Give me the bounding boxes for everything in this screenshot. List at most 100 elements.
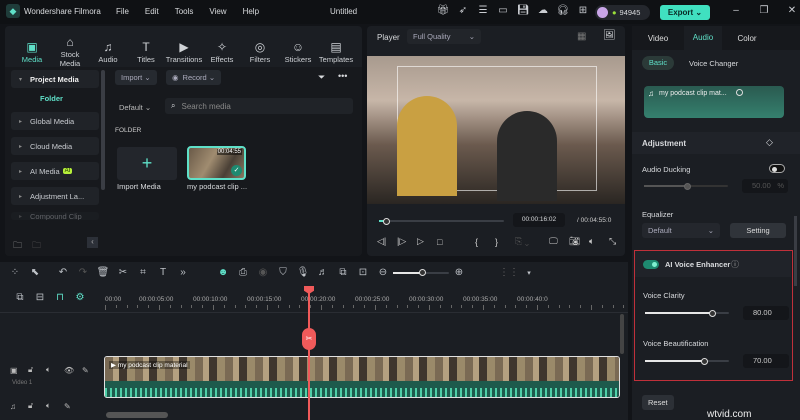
menu-view[interactable]: View — [209, 7, 226, 16]
replace-icon[interactable]: ⧉ — [333, 267, 353, 278]
fullscreen-icon[interactable]: ⤡ — [609, 236, 623, 247]
sidebar-item-folder[interactable]: Folder — [40, 94, 105, 103]
new-folder-icon[interactable]: 🗀︎ — [13, 238, 22, 254]
search-input[interactable]: ⌕ Search media — [165, 98, 353, 114]
tool-effects[interactable]: ✧ Effects — [203, 40, 241, 64]
subtab-basic[interactable]: Basic — [642, 56, 674, 70]
tool-filters[interactable]: ◎ Filters — [241, 40, 279, 64]
playback-progress[interactable] — [379, 217, 504, 225]
timeline-horizontal-scrollbar[interactable] — [106, 412, 168, 418]
audio-mute-icon[interactable]: 🔈︎ — [46, 401, 64, 411]
tool-audio[interactable]: ♫ Audio — [89, 40, 127, 64]
chevron-down-icon[interactable]: ▾ — [519, 269, 539, 277]
video-clip[interactable]: ▶ my podcast clip material — [104, 356, 620, 398]
tab-video[interactable]: Video — [632, 34, 684, 43]
zoom-in-icon[interactable]: ⊕ — [449, 267, 469, 278]
sidebar-item-ai-media[interactable]: ▸ AI Media AI — [11, 162, 99, 180]
link-icon[interactable]: ⊟ — [30, 292, 50, 303]
ai-voice-enhancer-toggle[interactable] — [643, 260, 659, 269]
help-icon[interactable]: ⓘ — [731, 259, 739, 270]
split-scissors-icon[interactable]: ✂ — [302, 328, 316, 350]
menu-edit[interactable]: Edit — [145, 7, 159, 16]
ai-track-icon[interactable]: ⚙ — [70, 292, 90, 303]
audio-effects-icon[interactable]: ✎ — [64, 402, 82, 411]
add-track-icon[interactable]: ⧉ — [10, 292, 30, 303]
fit-icon[interactable]: ⊡ — [353, 267, 373, 278]
sidebar-item-compound-clip[interactable]: ▸ Compound Clip — [11, 212, 99, 220]
import-button[interactable]: Import ⌄ — [115, 70, 157, 85]
next-frame-icon[interactable]: |▷ — [397, 236, 417, 247]
audio-ducking-slider[interactable] — [644, 182, 728, 190]
undo-icon[interactable]: ↶ — [53, 267, 73, 278]
sidebar-scrollbar[interactable] — [101, 70, 105, 190]
import-media-button[interactable]: + — [117, 147, 177, 180]
tool-titles[interactable]: T Titles — [127, 40, 165, 64]
apps-icon[interactable]: ⊞ — [575, 5, 591, 16]
render-icon[interactable]: ⎙ — [233, 267, 253, 278]
tool-media[interactable]: ▣ Media — [13, 40, 51, 64]
media-clip-thumbnail[interactable]: 00:04:55 ✓ — [187, 146, 246, 180]
save-icon[interactable]: 💾︎ — [515, 5, 531, 16]
insert-icon[interactable]: ⎘ ⌄ — [515, 236, 549, 247]
panel-scrollbar[interactable] — [794, 216, 797, 286]
timeline-vertical-scrollbar[interactable] — [620, 314, 624, 354]
tab-color[interactable]: Color — [722, 34, 772, 43]
sidebar-item-project-media[interactable]: ▾ Project Media — [11, 70, 99, 88]
audio-ducking-value[interactable]: 50.00% — [742, 179, 788, 193]
record-button[interactable]: ◉ Record ⌄ — [166, 70, 222, 85]
video-preview[interactable] — [367, 56, 625, 204]
move-folder-icon[interactable]: 🗀︎ — [32, 238, 41, 254]
voice-beautification-slider[interactable] — [645, 357, 729, 365]
prev-frame-icon[interactable]: ◁| — [377, 236, 397, 247]
time-ruler[interactable]: 00:00 00:00:05:00 00:00:10:00 00:00:15:00 00… — [105, 290, 625, 310]
collapse-sidebar-button[interactable]: ‹ — [87, 237, 98, 248]
select-tool-icon[interactable]: ⬉ — [25, 267, 45, 278]
redo-icon[interactable]: ↷ — [73, 267, 93, 278]
mark-in-icon[interactable]: { — [475, 237, 495, 247]
camera-icon[interactable]: 📷︎ — [569, 236, 589, 247]
equalizer-setting-button[interactable]: Setting — [730, 223, 786, 238]
coins-badge[interactable]: ● 94945 — [595, 5, 650, 20]
close-icon[interactable]: ✕ — [784, 5, 800, 16]
voice-clarity-slider[interactable] — [645, 309, 729, 317]
effects-icon[interactable]: ✎ — [82, 366, 100, 375]
send-icon[interactable]: ➶ — [455, 5, 471, 16]
more-icon[interactable]: ••• — [338, 71, 347, 81]
cloud-icon[interactable]: ☁ — [535, 5, 551, 16]
tool-stickers[interactable]: ☺ Stickers — [279, 40, 317, 64]
tool-templates[interactable]: ▤ Templates — [317, 40, 355, 64]
sidebar-item-cloud-media[interactable]: ▸ Cloud Media — [11, 137, 99, 155]
text-icon[interactable]: T — [153, 267, 173, 278]
audio-lock-icon[interactable]: 🔓︎ — [28, 401, 46, 411]
voice-clarity-value[interactable]: 80.00 — [743, 306, 789, 320]
display-icon[interactable]: 🖵︎ — [549, 236, 569, 247]
export-button[interactable]: Export ⌄ — [660, 5, 710, 20]
sort-dropdown[interactable]: Default ⌄ — [119, 103, 151, 112]
voice-beautification-value[interactable]: 70.00 — [743, 354, 789, 368]
tool-stock-media[interactable]: ⌂ Stock Media — [51, 35, 89, 68]
ai-face-icon[interactable]: ☻ — [213, 267, 233, 278]
menu-help[interactable]: Help — [243, 7, 259, 16]
audio-ducking-toggle[interactable] — [769, 164, 785, 173]
tool-transitions[interactable]: ▶ Transitions — [165, 40, 203, 64]
play-icon[interactable]: ▷ — [417, 236, 437, 247]
quality-dropdown[interactable]: Full Quality ⌄ — [407, 29, 481, 44]
more-tools-icon[interactable]: » — [173, 267, 193, 278]
eye-icon[interactable]: 👁︎ — [64, 366, 82, 375]
mute-icon[interactable]: 🔈︎ — [46, 365, 64, 375]
grid-icon[interactable]: ▦ — [577, 31, 586, 42]
track-options-icon[interactable]: ⋮⋮ — [499, 267, 519, 278]
audio-clip-waveform[interactable]: ♫ my podcast clip mat... — [644, 86, 784, 118]
filter-icon[interactable]: ⏷ — [318, 72, 325, 83]
crop-icon[interactable]: ⌗ — [133, 267, 153, 278]
zoom-out-icon[interactable]: ⊖ — [373, 267, 393, 278]
mark-out-icon[interactable]: } — [495, 237, 515, 247]
delete-icon[interactable]: 🗑︎ — [93, 267, 113, 278]
subtab-voice-changer[interactable]: Voice Changer — [689, 59, 738, 68]
keyframe-icon[interactable]: ◇ — [766, 137, 773, 148]
layout-icon[interactable]: ▭ — [495, 5, 511, 16]
audio-mix-icon[interactable]: ♬ — [313, 267, 333, 278]
menu-tools[interactable]: Tools — [175, 7, 194, 16]
menu-file[interactable]: File — [116, 7, 129, 16]
playhead[interactable] — [308, 287, 310, 420]
